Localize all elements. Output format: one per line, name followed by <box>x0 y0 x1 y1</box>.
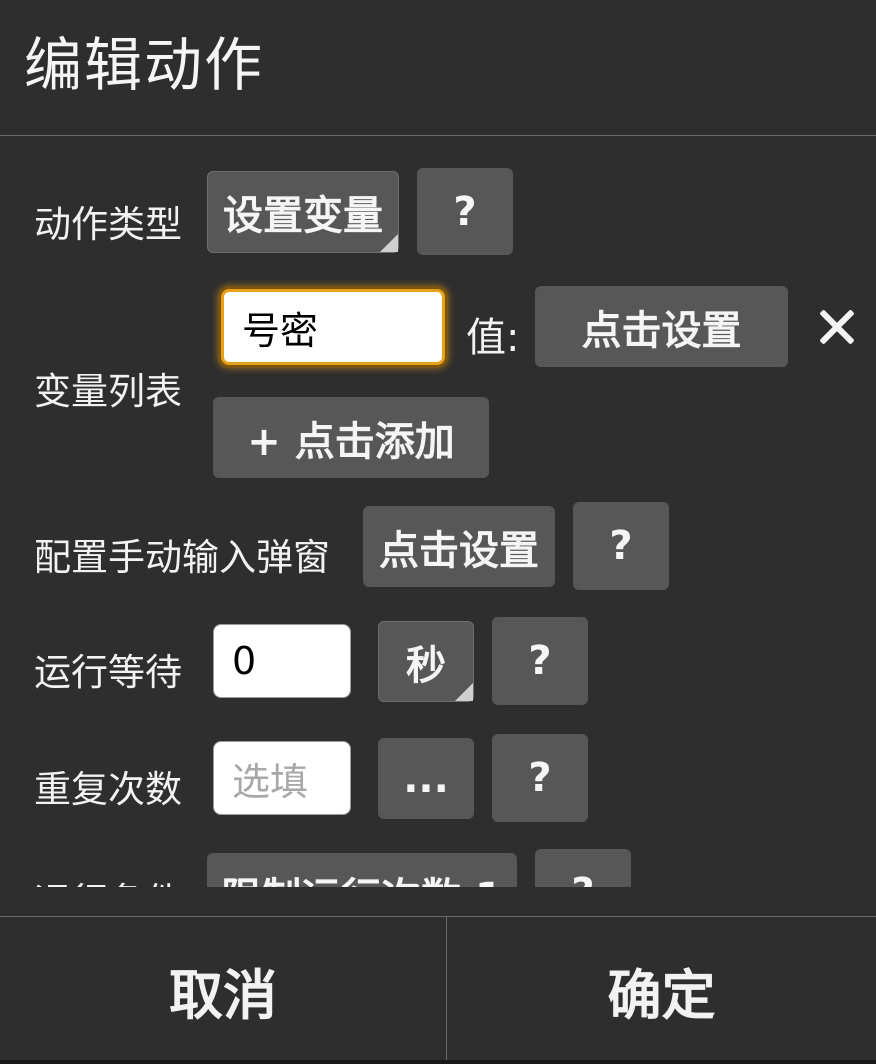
dialog-title: 编辑动作 <box>24 31 265 99</box>
action-type-dropdown[interactable]: 设置变量 <box>207 171 399 253</box>
run-wait-unit-dropdown[interactable]: 秒 <box>378 621 474 702</box>
manual-input-set-button[interactable]: 点击设置 <box>363 506 555 587</box>
confirm-button[interactable]: 确定 <box>447 917 876 1063</box>
run-wait-label: 运行等待 <box>34 651 182 694</box>
close-icon[interactable] <box>819 309 855 345</box>
variable-value-set-button[interactable]: 点击设置 <box>535 286 788 367</box>
dialog-footer: 取消 确定 <box>0 916 876 1064</box>
add-variable-button[interactable]: + 点击添加 <box>213 397 489 478</box>
bottom-edge <box>0 1060 876 1064</box>
run-wait-input[interactable]: 0 <box>213 624 351 698</box>
repeat-count-help-button[interactable]: ? <box>492 734 588 822</box>
dialog-content[interactable]: 动作类型 设置变量 ? 变量列表 号密 值: 点击设置 + 点击添加 配置手动输… <box>0 137 876 887</box>
run-condition-label: 运行条件 <box>34 871 182 887</box>
run-wait-help-button[interactable]: ? <box>492 617 588 705</box>
cancel-button[interactable]: 取消 <box>0 917 446 1063</box>
action-type-label: 动作类型 <box>34 203 182 246</box>
action-type-help-button[interactable]: ? <box>417 168 513 255</box>
repeat-count-more-button[interactable]: ... <box>378 738 474 819</box>
variable-value-label: 值: <box>466 315 520 361</box>
run-condition-help-button[interactable]: ? <box>535 849 631 887</box>
variable-name-input[interactable]: 号密 <box>221 289 445 365</box>
repeat-count-input[interactable]: 选填 <box>213 741 351 815</box>
manual-input-help-button[interactable]: ? <box>573 502 669 590</box>
dialog-title-bar: 编辑动作 <box>0 0 876 136</box>
run-condition-button[interactable]: 限制运行次数 1 <box>207 853 517 887</box>
manual-input-label: 配置手动输入弹窗 <box>34 536 330 579</box>
variable-list-label: 变量列表 <box>34 370 182 413</box>
repeat-count-label: 重复次数 <box>34 768 182 811</box>
